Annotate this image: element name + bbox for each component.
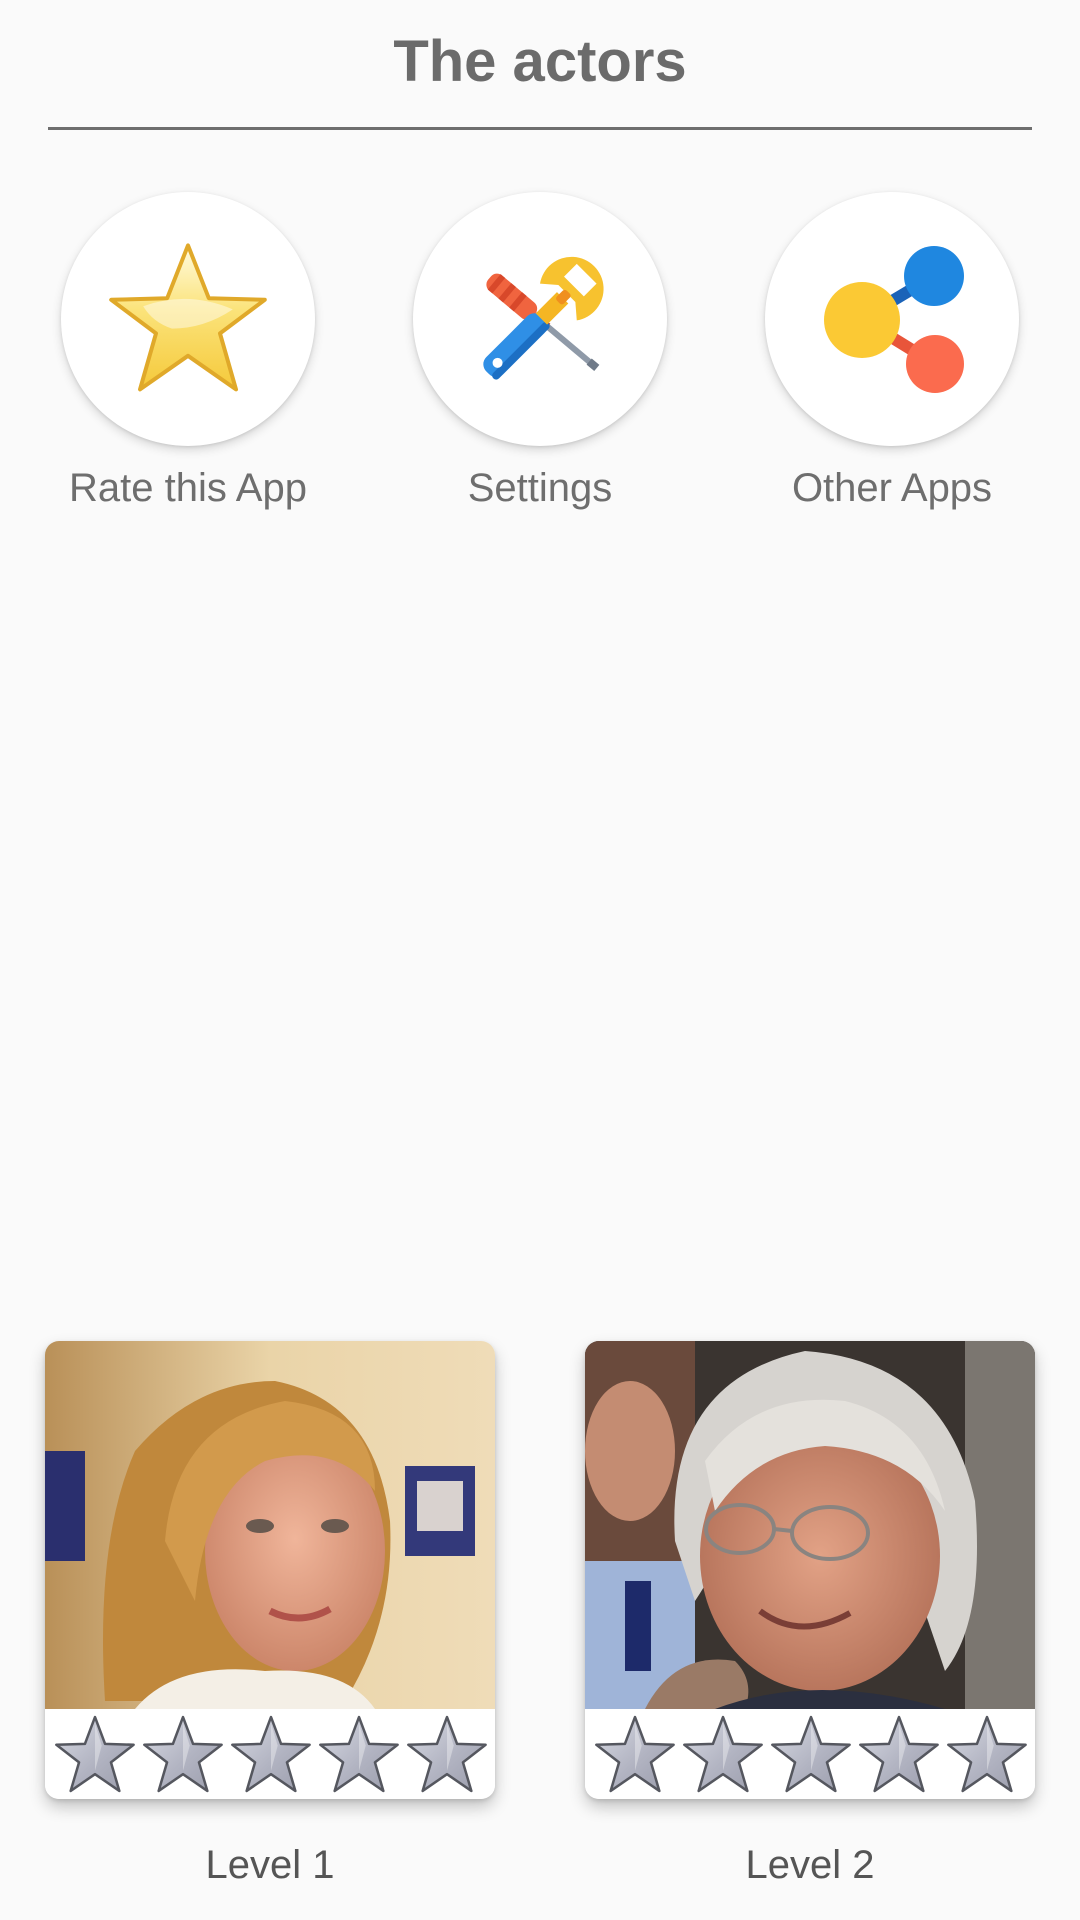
- level-2-label: Level 2: [745, 1843, 875, 1887]
- star-icon: [317, 1712, 401, 1796]
- star-icon: [141, 1712, 225, 1796]
- star-icon: [857, 1712, 941, 1796]
- other-apps-button[interactable]: Other Apps: [716, 192, 1068, 511]
- star-icon: [229, 1712, 313, 1796]
- settings-button[interactable]: Settings: [364, 192, 716, 511]
- other-apps-circle[interactable]: [765, 192, 1019, 446]
- tools-icon: [483, 256, 604, 380]
- title-divider: [48, 127, 1032, 130]
- level-1-star-rating: [45, 1709, 495, 1799]
- level-2-tile[interactable]: Level 2: [585, 1341, 1035, 1888]
- star-icon: [593, 1712, 677, 1796]
- settings-circle[interactable]: [413, 192, 667, 446]
- level-2-card[interactable]: [585, 1341, 1035, 1799]
- star-icon: [769, 1712, 853, 1796]
- star-icon: [53, 1712, 137, 1796]
- level-1-label: Level 1: [205, 1843, 335, 1887]
- star-icon: [681, 1712, 765, 1796]
- rate-app-circle[interactable]: [61, 192, 315, 446]
- star-icon: [405, 1712, 489, 1796]
- settings-label: Settings: [467, 466, 613, 510]
- main-menu-screen: The actors Rate this App Settings Other …: [0, 0, 1080, 1920]
- rate-app-label: Rate this App: [69, 466, 307, 510]
- star-icon: [109, 243, 267, 392]
- other-apps-label: Other Apps: [791, 466, 993, 510]
- rate-app-button[interactable]: Rate this App: [12, 192, 364, 511]
- level-1-card[interactable]: [45, 1341, 495, 1799]
- share-icon: [824, 246, 964, 393]
- level-1-photo: [45, 1341, 495, 1709]
- level-2-photo: [585, 1341, 1035, 1709]
- level-2-star-rating: [585, 1709, 1035, 1799]
- star-icon: [945, 1712, 1029, 1796]
- page-title: The actors: [393, 29, 687, 94]
- level-1-tile[interactable]: Level 1: [45, 1341, 495, 1888]
